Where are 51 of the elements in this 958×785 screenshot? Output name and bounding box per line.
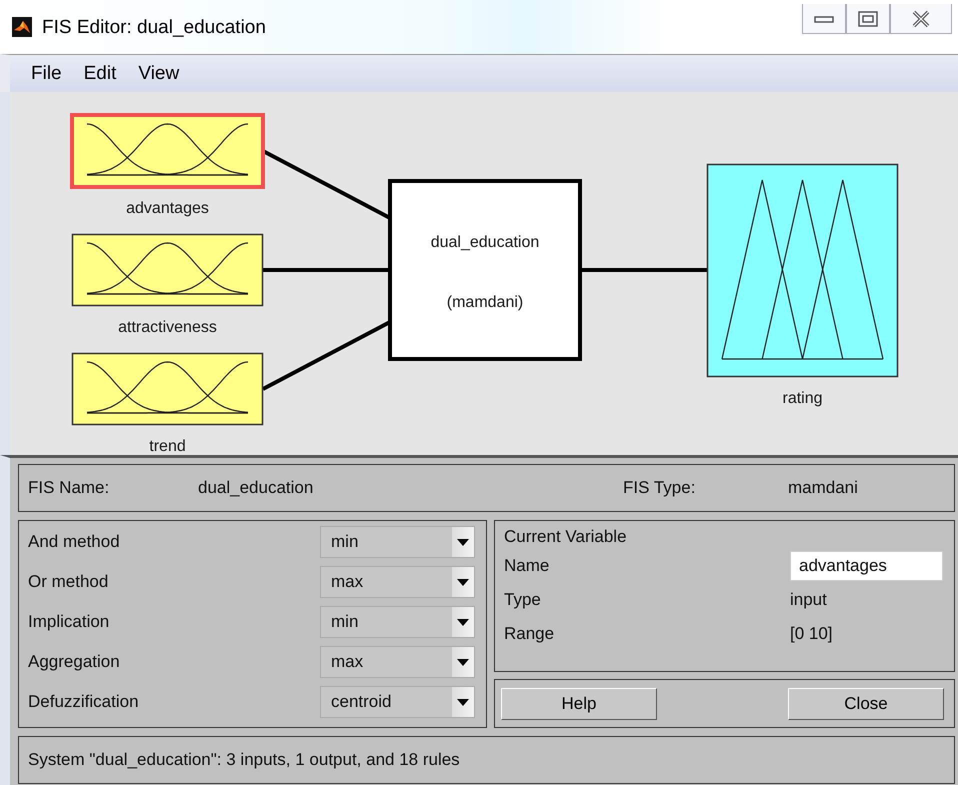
method-label: Or method: [28, 572, 110, 592]
caret-icon: [457, 538, 469, 546]
close-button[interactable]: Close: [788, 688, 944, 720]
caret-icon: [457, 698, 469, 706]
section-title: Current Variable: [504, 527, 628, 547]
method-dropdown[interactable]: max: [320, 566, 475, 598]
system-type: (mamdani): [446, 294, 524, 311]
field-label: Type: [504, 590, 542, 610]
variable-label: attractiveness: [118, 319, 217, 336]
method-dropdown[interactable]: max: [320, 646, 475, 678]
field-label: Name: [504, 556, 550, 576]
menu-item[interactable]: Edit: [72, 62, 128, 84]
fis-type-value: mamdani: [788, 478, 859, 498]
field-label: FIS Type:: [623, 478, 696, 498]
method-dropdown[interactable]: centroid: [320, 686, 475, 718]
variable-label: rating: [782, 390, 823, 407]
variable-label: trend: [149, 438, 186, 455]
maximize-button[interactable]: [846, 4, 890, 34]
input-variable-block[interactable]: [72, 352, 264, 426]
maximize-icon: [858, 10, 878, 26]
field-label: Range: [504, 624, 556, 644]
input-variable-block[interactable]: [70, 113, 265, 189]
variable-label: advantages: [126, 200, 209, 217]
close-button[interactable]: [890, 4, 952, 34]
help-button[interactable]: Help: [501, 688, 657, 720]
system-name: dual_education: [430, 234, 540, 251]
output-variable-block[interactable]: [706, 164, 898, 378]
menu-item[interactable]: File: [20, 62, 73, 84]
caret-icon: [457, 658, 469, 666]
caret-icon: [457, 618, 469, 626]
name-field[interactable]: advantages: [790, 551, 943, 581]
method-label: Defuzzification: [28, 692, 140, 712]
method-label: Aggregation: [28, 652, 121, 672]
status-message: System "dual_education": 3 inputs, 1 output, and 18 rules: [28, 750, 460, 770]
method-label: Implication: [28, 612, 110, 632]
system-block[interactable]: [388, 179, 582, 361]
method-dropdown[interactable]: min: [320, 606, 475, 638]
input-variable-block[interactable]: [72, 234, 264, 306]
field-label: FIS Name:: [28, 478, 110, 498]
field-value: input: [790, 590, 828, 610]
menu-item[interactable]: View: [127, 62, 190, 84]
minimize-button[interactable]: [802, 4, 846, 34]
window-title: FIS Editor: dual_education: [42, 17, 267, 39]
close-icon: [911, 10, 931, 28]
field-value: [0 10]: [790, 624, 834, 644]
method-label: And method: [28, 532, 121, 552]
fis-name-value: dual_education: [198, 478, 314, 498]
caret-icon: [457, 578, 469, 586]
minimize-icon: [814, 14, 834, 24]
app-icon: [12, 17, 32, 37]
method-dropdown[interactable]: min: [320, 526, 475, 558]
